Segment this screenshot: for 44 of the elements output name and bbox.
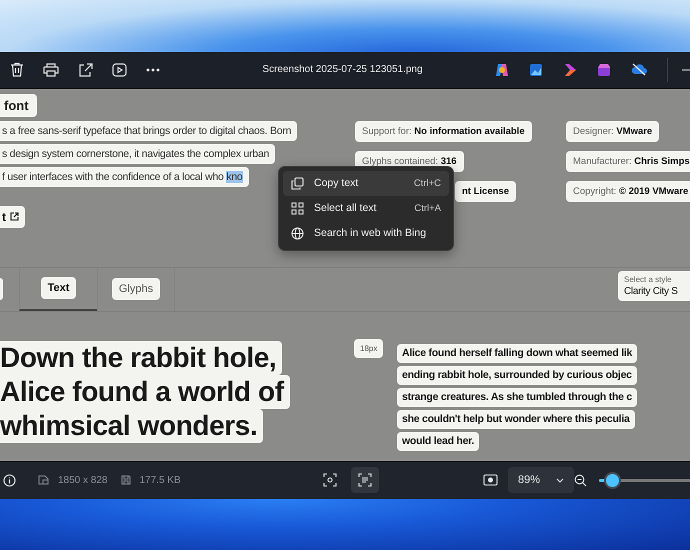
file-size: 177.5 KB (140, 474, 181, 486)
font-link[interactable]: t (0, 206, 25, 228)
delete-icon[interactable] (10, 62, 24, 77)
detail-label: Designer: VMware (566, 120, 660, 142)
detail-label: nt License (455, 180, 516, 202)
menu-item[interactable]: Search in web with Bing (283, 220, 449, 246)
copy-icon (291, 176, 304, 190)
zoom-out-icon[interactable] (574, 474, 587, 486)
detail-label: Copyright: © 2019 VMware (566, 180, 690, 202)
tab[interactable]: Glyphs (97, 268, 175, 310)
size-label: 18px (354, 338, 384, 358)
window-title: Screenshot 2025-07-25 123051.png (261, 64, 424, 75)
text-scan-button[interactable] (350, 467, 379, 493)
slideshow-icon[interactable] (112, 62, 127, 76)
app-icon[interactable] (597, 62, 611, 76)
globe-icon (291, 226, 304, 240)
save-icon (120, 475, 130, 485)
menu-item[interactable]: Copy text Ctrl+C (283, 170, 449, 196)
minimize-icon[interactable] (682, 68, 690, 70)
font-heading: font (0, 94, 37, 116)
fit-screen-icon[interactable] (483, 474, 498, 486)
slider-thumb[interactable] (606, 474, 620, 486)
scan-icon[interactable] (322, 473, 337, 487)
select-all-icon (291, 202, 304, 214)
text-scan-icon (358, 473, 372, 487)
image-dimensions: 1850 x 828 (58, 474, 108, 486)
external-link-icon (10, 212, 19, 221)
chevron-down-icon (556, 478, 564, 482)
detail-label: Manufacturer: Chris Simps (566, 150, 690, 172)
info-icon[interactable] (3, 474, 16, 486)
image-size-icon (38, 475, 49, 485)
cloud-off-icon[interactable] (631, 63, 647, 76)
tab[interactable]: Text (19, 268, 97, 310)
app-icon[interactable] (495, 62, 509, 76)
zoom-dropdown[interactable]: 89% (508, 467, 574, 493)
more-icon[interactable] (146, 68, 160, 72)
app-icon[interactable] (529, 62, 543, 76)
detail-label: Support for: No information available (355, 120, 532, 142)
app-icon[interactable] (563, 62, 577, 76)
text-selection: kno (226, 170, 242, 182)
share-icon[interactable] (78, 62, 93, 76)
style-select[interactable]: Select a style Clarity City S (618, 270, 690, 300)
menu-item[interactable]: Select all text Ctrl+A (283, 196, 449, 220)
print-icon[interactable] (43, 62, 59, 76)
